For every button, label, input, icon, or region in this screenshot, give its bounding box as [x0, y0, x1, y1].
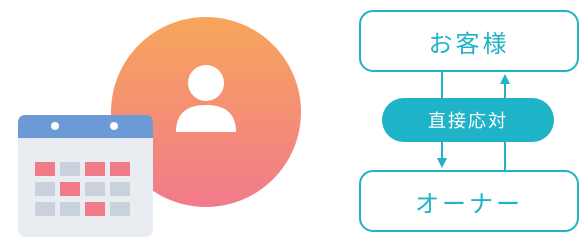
direct-response-label: 直接応対	[428, 111, 508, 132]
customer-node: お客様	[359, 10, 579, 72]
owner-node-label: オーナー	[415, 189, 523, 218]
owner-node: オーナー	[359, 170, 579, 232]
calendar-icon	[18, 115, 153, 237]
direct-response-node: 直接応対	[382, 98, 554, 142]
illustration-canvas: お客様 直接応対 オーナー	[0, 0, 585, 244]
arrow-up-icon	[500, 74, 510, 84]
customer-node-label: お客様	[428, 29, 510, 58]
arrow-down-icon	[437, 158, 447, 168]
